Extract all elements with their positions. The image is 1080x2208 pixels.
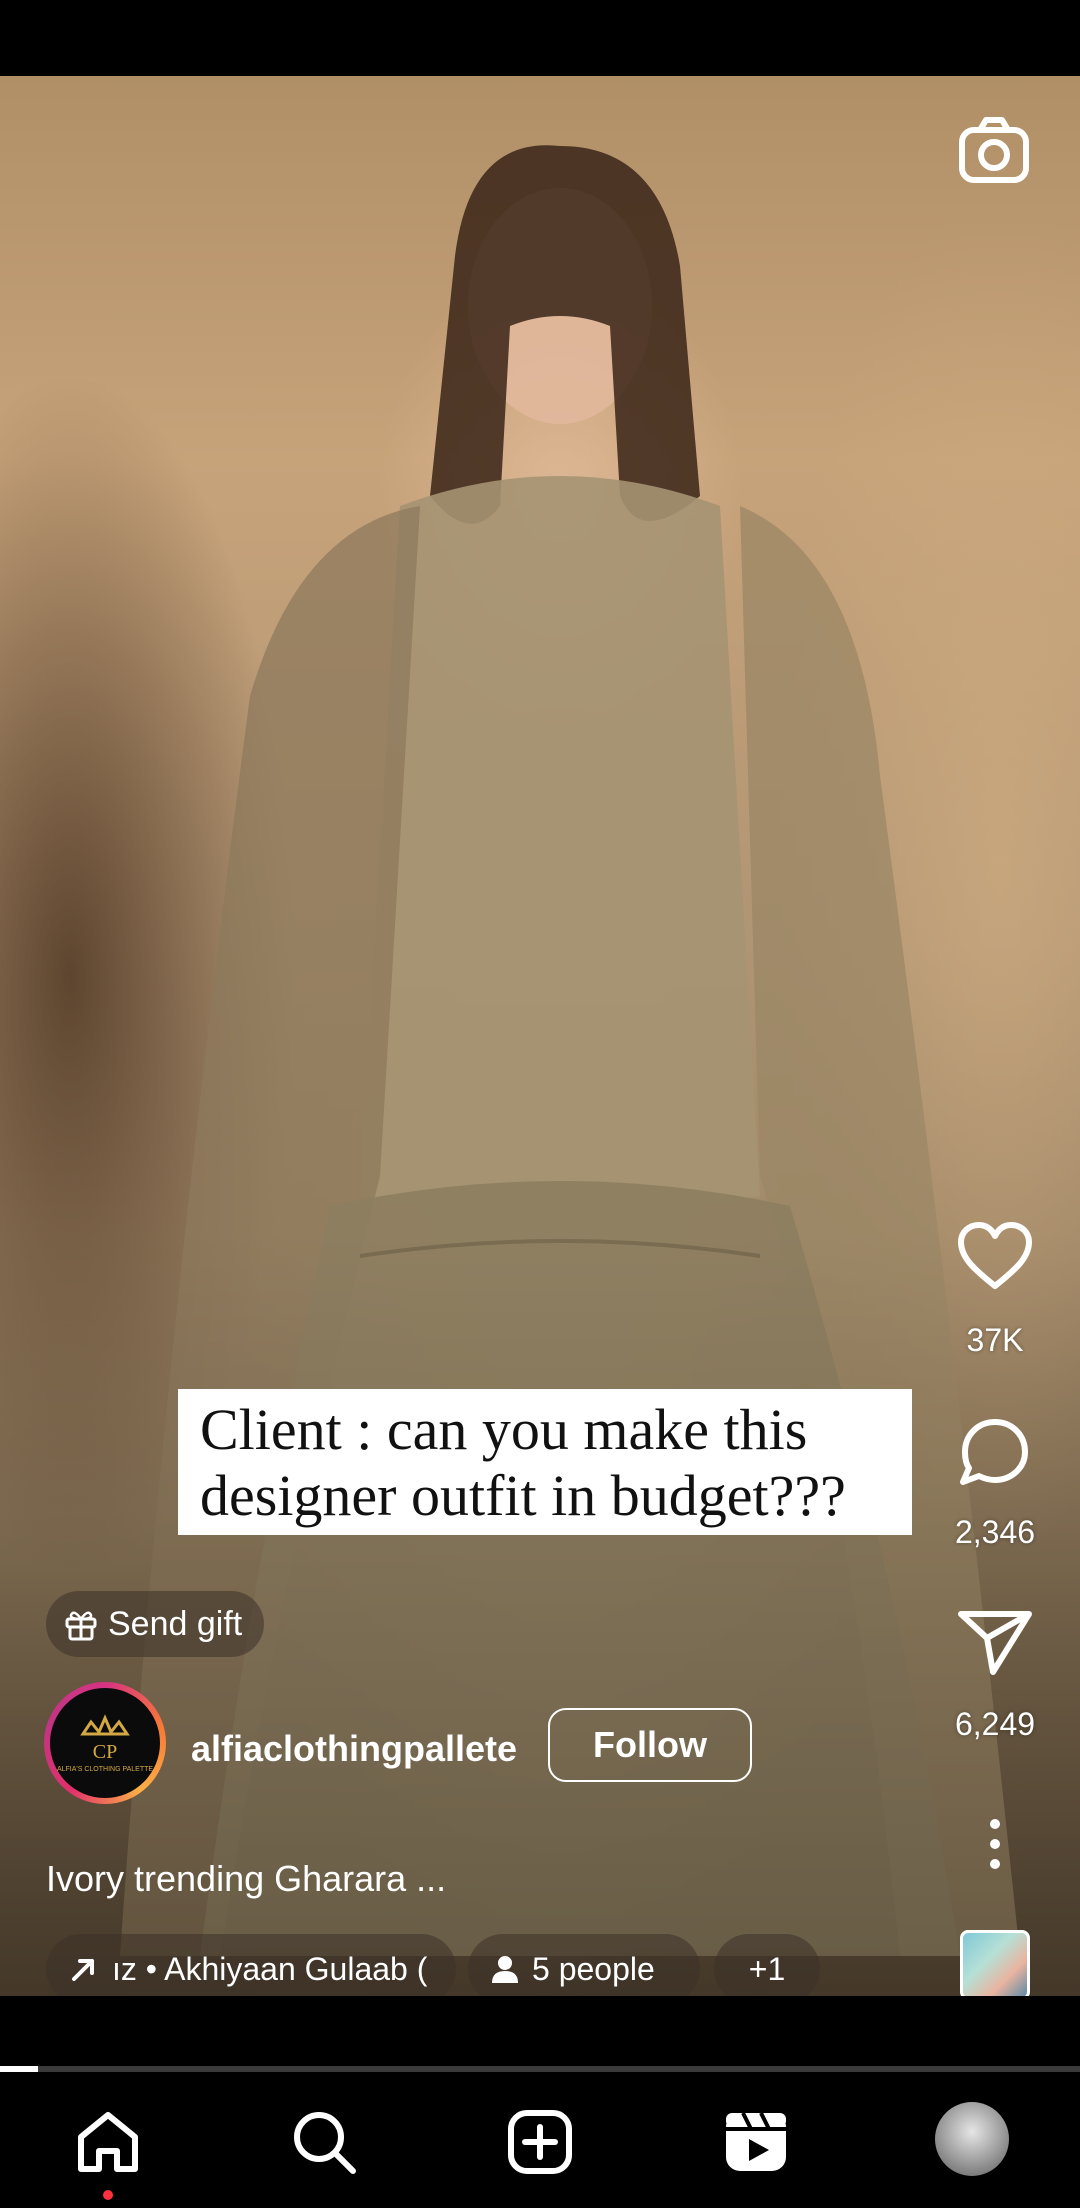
post-caption[interactable]: Ivory trending Gharara ... — [46, 1858, 446, 1900]
like-count: 37K — [966, 1322, 1024, 1358]
people-label: 5 people — [532, 1950, 655, 1987]
music-track-label: ız • Akhiyaan Gulaab ( — [112, 1950, 428, 1987]
audio-thumbnail[interactable] — [960, 1930, 1030, 1996]
comment-count: 2,346 — [954, 1514, 1036, 1550]
share-button[interactable] — [955, 1606, 1035, 1686]
status-bar — [0, 0, 1080, 76]
home-icon — [78, 2112, 138, 2172]
heart-icon — [958, 1222, 1032, 1289]
like-button[interactable] — [955, 1220, 1035, 1300]
reel-video[interactable]: Client : can you make this designer outf… — [0, 76, 1080, 1996]
send-icon — [958, 1611, 1032, 1675]
person-icon — [492, 1956, 518, 1983]
reels-icon — [726, 2112, 786, 2171]
camera-icon — [959, 117, 1029, 183]
more-options-button[interactable] — [975, 1814, 1015, 1874]
video-shade — [0, 76, 1080, 1996]
search-icon — [294, 2112, 356, 2174]
overlay-caption: Client : can you make this designer outf… — [178, 1389, 912, 1535]
nav-profile-avatar[interactable] — [935, 2102, 1009, 2176]
svg-text:CP: CP — [93, 1741, 117, 1763]
crown-logo-icon: CP — [80, 1713, 130, 1763]
account-avatar[interactable]: CP ALFIA'S CLOTHING PALETTE — [44, 1682, 166, 1804]
share-count: 6,249 — [954, 1706, 1036, 1742]
more-chip[interactable]: +1 — [714, 1934, 820, 1996]
nav-reels[interactable] — [716, 2102, 796, 2182]
nav-create[interactable] — [500, 2102, 580, 2182]
add-square-icon — [508, 2110, 572, 2174]
follow-button[interactable]: Follow — [548, 1708, 752, 1782]
comment-button[interactable] — [955, 1412, 1035, 1492]
comment-icon — [960, 1419, 1028, 1485]
notification-dot — [103, 2190, 113, 2200]
nav-home[interactable] — [68, 2102, 148, 2200]
account-username[interactable]: alfiaclothingpallete — [191, 1728, 517, 1770]
send-gift-button[interactable]: Send gift — [46, 1591, 265, 1657]
bottom-navigation — [0, 2072, 1080, 2208]
avatar-brand-text: ALFIA'S CLOTHING PALETTE — [56, 1765, 154, 1773]
more-vertical-icon — [990, 1819, 1000, 1869]
music-chip[interactable]: ız • Akhiyaan Gulaab ( — [46, 1934, 456, 1996]
arrow-trending-icon — [72, 1959, 94, 1981]
gift-icon — [65, 1611, 97, 1641]
avatar-logo: CP ALFIA'S CLOTHING PALETTE — [50, 1688, 160, 1798]
people-chip[interactable]: 5 people — [468, 1934, 700, 1996]
camera-button[interactable] — [958, 114, 1030, 186]
nav-search[interactable] — [284, 2102, 364, 2182]
send-gift-label: Send gift — [108, 1604, 243, 1643]
